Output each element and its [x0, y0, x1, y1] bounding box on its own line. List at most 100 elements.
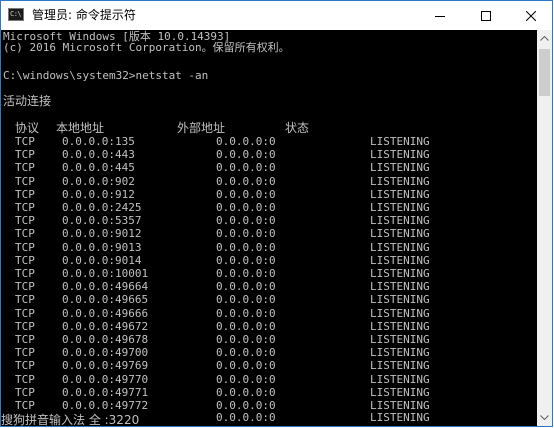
row-proto: TCP	[15, 385, 35, 399]
maximize-button[interactable]	[463, 1, 509, 30]
row-foreign-address: 0.0.0.0:0	[216, 280, 276, 294]
row-state: LISTENING	[370, 201, 430, 214]
row-foreign-address: 0.0.0.0:0	[216, 293, 276, 307]
row-foreign-address: 0.0.0.0:0	[216, 214, 276, 228]
row-proto: TCP	[15, 372, 35, 386]
row-state: LISTENING	[370, 319, 430, 333]
row-local-address: 0.0.0.0:5357	[62, 214, 142, 228]
row-state: LISTENING	[370, 174, 430, 188]
row-proto: TCP	[15, 201, 35, 214]
row-state: LISTENING	[370, 385, 430, 399]
minimize-icon	[435, 15, 445, 17]
row-state: LISTENING	[370, 372, 430, 386]
row-state: LISTENING	[370, 135, 430, 148]
row-local-address: 0.0.0.0:9012	[62, 227, 142, 241]
close-icon	[526, 10, 536, 21]
row-foreign-address: 0.0.0.0:0	[216, 253, 276, 267]
row-proto: TCP	[15, 346, 35, 360]
row-local-address: 0.0.0.0:912	[62, 187, 135, 201]
row-local-address: 0.0.0.0:443	[62, 148, 135, 162]
row-foreign-address: 0.0.0.0:0	[216, 399, 276, 412]
row-state: LISTENING	[370, 346, 430, 360]
scrollbar-track[interactable]	[537, 47, 552, 409]
row-state: LISTENING	[370, 253, 430, 267]
row-state: LISTENING	[370, 240, 430, 254]
row-proto: TCP	[15, 267, 35, 280]
row-foreign-address: 0.0.0.0:0	[216, 201, 276, 214]
scroll-down-button[interactable]	[537, 409, 552, 426]
minimize-button[interactable]	[417, 1, 463, 30]
row-local-address: 0.0.0.0:135	[62, 135, 135, 148]
row-foreign-address: 0.0.0.0:0	[216, 174, 276, 188]
header-local-address: 本地地址	[56, 121, 105, 135]
row-foreign-address: 0.0.0.0:0	[216, 372, 276, 386]
close-button[interactable]	[508, 1, 552, 30]
row-foreign-address: 0.0.0.0:0	[216, 240, 276, 254]
row-proto: TCP	[15, 359, 35, 373]
row-state: LISTENING	[370, 306, 430, 320]
cmd-icon-glyph: C:\	[10, 10, 22, 18]
row-local-address: 0.0.0.0:902	[62, 174, 135, 188]
row-proto: TCP	[15, 161, 35, 175]
row-foreign-address: 0.0.0.0:0	[216, 187, 276, 201]
row-local-address: 0.0.0.0:49665	[62, 293, 149, 307]
row-state: LISTENING	[370, 359, 430, 373]
row-local-address: 0.0.0.0:49770	[62, 372, 149, 386]
row-foreign-address: 0.0.0.0:0	[216, 346, 276, 360]
row-foreign-address: 0.0.0.0:0	[216, 267, 276, 280]
row-state: LISTENING	[370, 399, 430, 412]
row-local-address: 0.0.0.0:49666	[62, 306, 149, 320]
row-foreign-address: 0.0.0.0:0	[216, 227, 276, 241]
row-proto: TCP	[15, 148, 35, 162]
row-local-address: 0.0.0.0:9014	[62, 253, 142, 267]
row-proto: TCP	[15, 240, 35, 254]
row-state: LISTENING	[370, 333, 430, 346]
row-local-address: 0.0.0.0:10001	[62, 267, 149, 280]
ime-status-bar: 搜狗拼音输入法 全 :3220	[1, 413, 142, 426]
row-state: LISTENING	[370, 280, 430, 294]
row-proto: TCP	[15, 135, 35, 148]
row-proto: TCP	[15, 306, 35, 320]
row-proto: TCP	[15, 227, 35, 241]
row-foreign-address: 0.0.0.0:0	[216, 333, 276, 346]
row-foreign-address: 0.0.0.0:0	[216, 411, 276, 425]
row-local-address: 0.0.0.0:445	[62, 161, 135, 175]
row-proto: TCP	[15, 319, 35, 333]
console-output[interactable]: Microsoft Windows [版本 10.0.14393] (c) 20…	[1, 30, 537, 426]
row-local-address: 0.0.0.0:49664	[62, 280, 149, 294]
row-local-address: 0.0.0.0:2425	[62, 201, 142, 214]
header-state: 状态	[285, 121, 310, 135]
row-local-address: 0.0.0.0:49771	[62, 385, 149, 399]
title-bar[interactable]: C:\ 管理员: 命令提示符	[1, 1, 552, 30]
vertical-scrollbar[interactable]	[537, 30, 552, 426]
row-state: LISTENING	[370, 293, 430, 307]
header-foreign-address: 外部地址	[177, 121, 226, 135]
header-proto: 协议	[15, 121, 40, 135]
scrollbar-thumb[interactable]	[539, 49, 550, 96]
row-foreign-address: 0.0.0.0:0	[216, 359, 276, 373]
command-prompt: C:\windows\system32>netstat -an	[3, 69, 209, 82]
row-local-address: 0.0.0.0:9013	[62, 240, 142, 254]
row-proto: TCP	[15, 280, 35, 294]
row-local-address: 0.0.0.0:49769	[62, 359, 149, 373]
chevron-down-icon	[540, 415, 549, 420]
row-local-address: 0.0.0.0:49672	[62, 319, 149, 333]
banner-line-2: (c) 2016 Microsoft Corporation。保留所有权利。	[3, 41, 290, 54]
row-proto: TCP	[15, 187, 35, 201]
row-state: LISTENING	[370, 227, 430, 241]
row-foreign-address: 0.0.0.0:0	[216, 161, 276, 175]
scroll-up-button[interactable]	[537, 30, 552, 47]
row-foreign-address: 0.0.0.0:0	[216, 148, 276, 162]
row-state: LISTENING	[370, 148, 430, 162]
row-state: LISTENING	[370, 161, 430, 175]
cmd-window: C:\ 管理员: 命令提示符 Microsoft Windows [版本 10.…	[0, 0, 553, 427]
row-local-address: 0.0.0.0:49678	[62, 333, 149, 346]
row-proto: TCP	[15, 333, 35, 346]
cmd-icon[interactable]: C:\	[8, 8, 24, 21]
row-state: LISTENING	[370, 267, 430, 280]
row-proto: TCP	[15, 174, 35, 188]
window-title: 管理员: 命令提示符	[32, 8, 136, 22]
row-state: LISTENING	[370, 214, 430, 228]
row-proto: TCP	[15, 214, 35, 228]
row-proto: TCP	[15, 293, 35, 307]
